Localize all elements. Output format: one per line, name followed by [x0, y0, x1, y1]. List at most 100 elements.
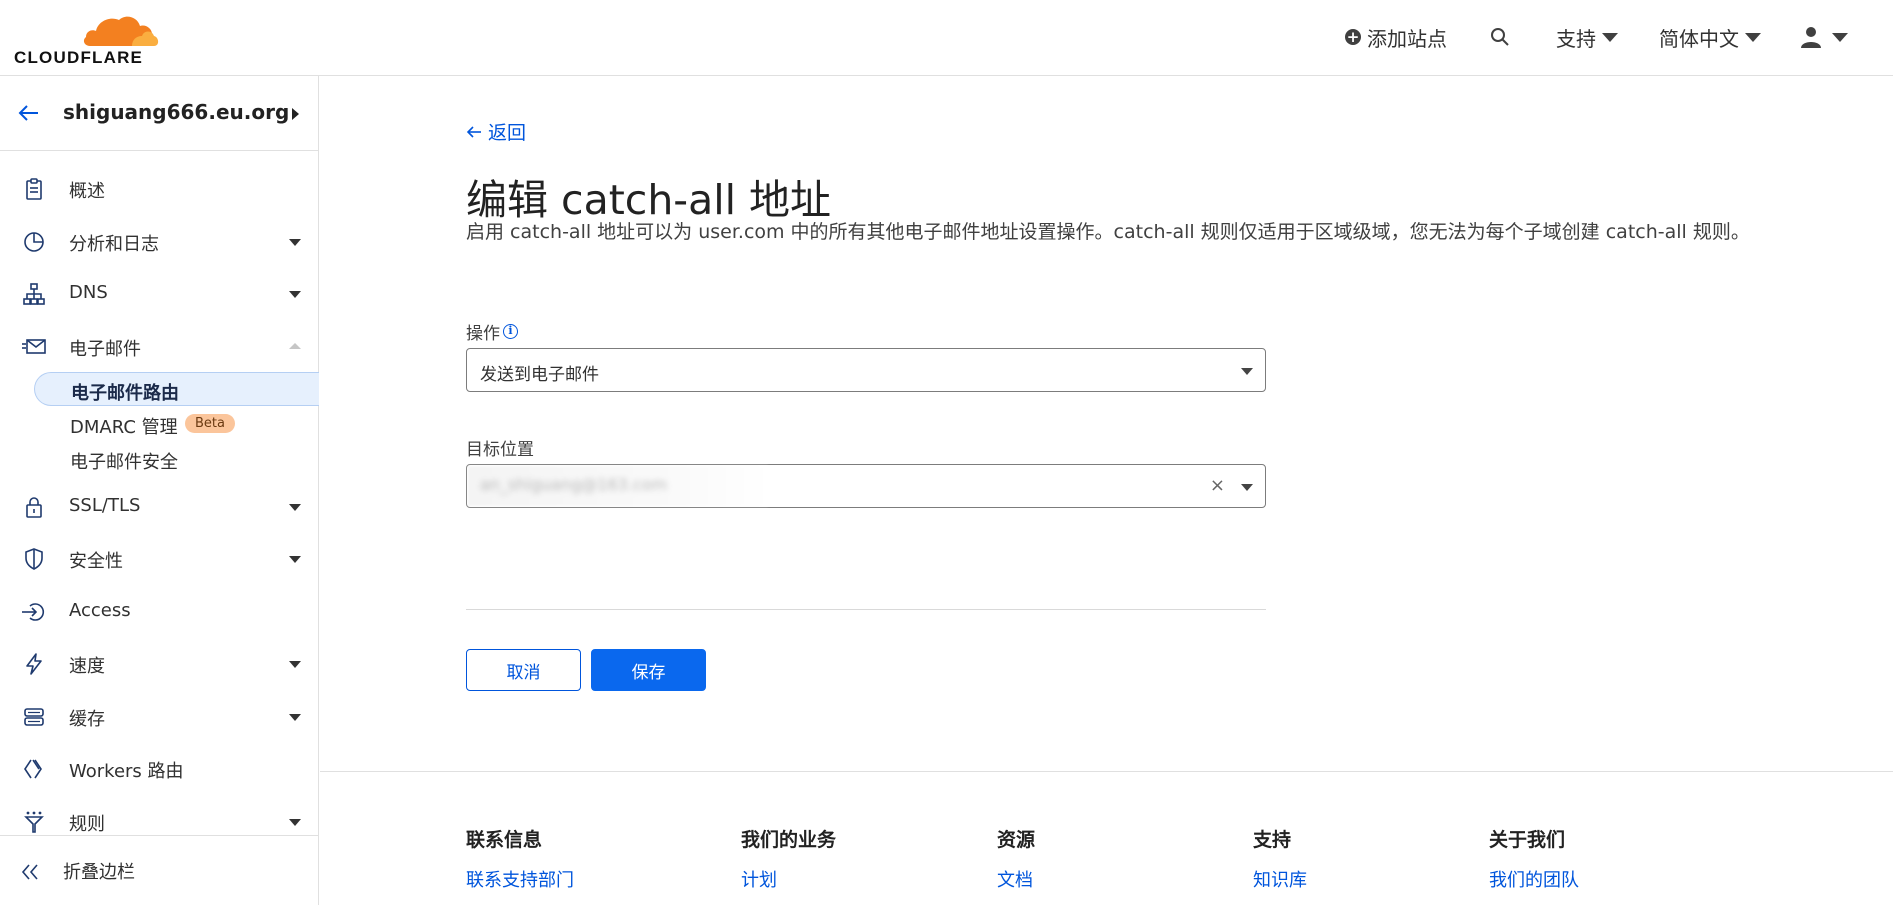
- lock-icon: [26, 497, 42, 518]
- footer-link[interactable]: 知识库: [1253, 866, 1307, 892]
- add-site-button[interactable]: + 添加站点: [1345, 22, 1447, 52]
- destination-select-value: an_shiguang@163.com: [480, 475, 668, 494]
- chevron-down-icon: [289, 291, 301, 298]
- sidebar-item-label: 速度: [69, 656, 105, 677]
- footer-column-contact: 联系信息 联系支持部门: [466, 825, 574, 892]
- user-icon: [1801, 27, 1821, 48]
- footer-column-resources: 资源 文档: [997, 825, 1035, 892]
- destination-label-text: 目标位置: [466, 440, 534, 460]
- beta-badge: Beta: [185, 414, 235, 433]
- chevron-down-icon: [1241, 368, 1253, 375]
- chevron-down-icon: [1745, 32, 1761, 42]
- top-header: CLOUDFLARE + 添加站点 支持 简体中文: [0, 0, 1893, 76]
- sidebar-item-label: DNS: [69, 282, 108, 303]
- envelope-icon: [22, 339, 46, 354]
- sidebar-subitem-label: DMARC 管理: [70, 417, 178, 438]
- add-site-label: 添加站点: [1367, 26, 1447, 51]
- collapse-sidebar-label: 折叠边栏: [63, 862, 135, 883]
- sidebar-item-analytics[interactable]: 分析和日志: [0, 221, 318, 261]
- chevron-down-icon: [289, 239, 301, 246]
- sidebar-item-cache[interactable]: 缓存: [0, 696, 318, 736]
- footer-column-support: 支持 知识库: [1253, 825, 1307, 892]
- chevron-down-icon: [1241, 484, 1253, 491]
- footer-link[interactable]: 计划: [741, 866, 836, 892]
- collapse-sidebar-button[interactable]: 折叠边栏: [0, 835, 318, 905]
- sidebar-subitem-dmarc[interactable]: DMARC 管理 Beta: [34, 407, 319, 441]
- support-label: 支持: [1556, 26, 1596, 51]
- footer-heading: 资源: [997, 829, 1036, 851]
- plus-circle-icon: +: [1345, 28, 1361, 46]
- action-select-value: 发送到电子邮件: [480, 365, 599, 385]
- sidebar-item-label: 规则: [69, 814, 105, 835]
- chevron-down-icon: [1832, 32, 1848, 42]
- sidebar-item-label: SSL/TLS: [69, 495, 141, 516]
- arrow-left-icon[interactable]: [18, 102, 40, 124]
- search-button[interactable]: [1490, 22, 1510, 52]
- sidebar-item-label: 电子邮件: [69, 339, 141, 360]
- network-icon: [23, 283, 45, 305]
- footer-link[interactable]: 文档: [997, 866, 1035, 892]
- clear-icon[interactable]: ×: [1210, 475, 1225, 496]
- sidebar-item-label: Access: [69, 600, 131, 621]
- sidebar-subitem-label: 电子邮件安全: [70, 452, 178, 473]
- form-divider: [466, 609, 1266, 610]
- access-icon: [22, 603, 45, 621]
- sidebar-item-label: Workers 路由: [69, 761, 184, 782]
- language-menu[interactable]: 简体中文: [1659, 22, 1761, 52]
- back-link-label: 返回: [488, 122, 527, 144]
- chevron-down-icon: [289, 504, 301, 511]
- cloud-logo-icon: [83, 16, 159, 46]
- sidebar-item-email[interactable]: 电子邮件: [0, 326, 318, 366]
- cancel-button[interactable]: 取消: [466, 649, 581, 691]
- footer-column-business: 我们的业务 计划: [741, 825, 836, 892]
- language-label: 简体中文: [1659, 26, 1739, 51]
- footer-link[interactable]: 我们的团队: [1489, 866, 1579, 892]
- search-icon: [1491, 28, 1509, 46]
- sidebar-item-ssl-tls[interactable]: SSL/TLS: [0, 486, 318, 526]
- pie-chart-icon: [24, 232, 44, 252]
- sidebar-item-label: 概述: [69, 181, 105, 202]
- support-menu[interactable]: 支持: [1556, 22, 1618, 52]
- sidebar-item-label: 安全性: [69, 551, 123, 572]
- workers-icon: [24, 759, 42, 779]
- zone-name: shiguang666.eu.org: [63, 100, 290, 124]
- sidebar-item-speed[interactable]: 速度: [0, 643, 318, 683]
- save-button[interactable]: 保存: [591, 649, 706, 691]
- chevron-down-icon: [289, 819, 301, 826]
- rules-icon: [24, 811, 44, 833]
- footer-heading: 联系信息: [466, 829, 543, 851]
- destination-field-label: 目标位置: [466, 435, 534, 460]
- sidebar-item-overview[interactable]: 概述: [0, 168, 318, 208]
- shield-icon: [25, 548, 43, 570]
- back-link[interactable]: 返回: [466, 118, 526, 145]
- sidebar-item-access[interactable]: Access: [0, 591, 318, 631]
- sidebar-subitem-email-security[interactable]: 电子邮件安全: [34, 442, 319, 476]
- footer-heading: 支持: [1253, 829, 1292, 851]
- server-stack-icon: [24, 708, 44, 726]
- footer-heading: 关于我们: [1489, 829, 1566, 851]
- sidebar-item-security[interactable]: 安全性: [0, 538, 318, 578]
- chevron-down-icon: [289, 661, 301, 668]
- clipboard-icon: [26, 178, 42, 200]
- chevron-up-icon: [289, 343, 301, 349]
- sidebar-item-workers-routes[interactable]: Workers 路由: [0, 748, 318, 788]
- chevron-right-icon[interactable]: [292, 108, 299, 120]
- chevron-down-icon: [289, 714, 301, 721]
- sidebar-item-dns[interactable]: DNS: [0, 273, 318, 313]
- destination-select[interactable]: an_shiguang@163.com ×: [466, 464, 1266, 508]
- account-menu[interactable]: [1800, 22, 1848, 52]
- main-content: 返回 编辑 catch-all 地址 启用 catch-all 地址可以为 us…: [320, 76, 1893, 905]
- footer-link[interactable]: 联系支持部门: [466, 866, 574, 892]
- footer-column-about: 关于我们 我们的团队: [1489, 825, 1579, 892]
- lightning-icon: [26, 653, 42, 675]
- cloudflare-logo[interactable]: CLOUDFLARE: [14, 10, 159, 67]
- info-icon[interactable]: i: [503, 324, 518, 339]
- chevron-down-icon: [1602, 32, 1618, 42]
- zone-selector[interactable]: shiguang666.eu.org: [0, 76, 318, 151]
- logo-wordmark: CLOUDFLARE: [14, 48, 144, 67]
- page-footer: 联系信息 联系支持部门 我们的业务 计划 资源 文档 支持 知识库 关于我们 我…: [320, 771, 1893, 905]
- destination-value-redacted: an_shiguang@163.com: [468, 466, 768, 506]
- footer-heading: 我们的业务: [741, 829, 837, 851]
- action-select[interactable]: 发送到电子邮件: [466, 348, 1266, 392]
- sidebar-subitem-email-routing[interactable]: 电子邮件路由: [34, 372, 319, 406]
